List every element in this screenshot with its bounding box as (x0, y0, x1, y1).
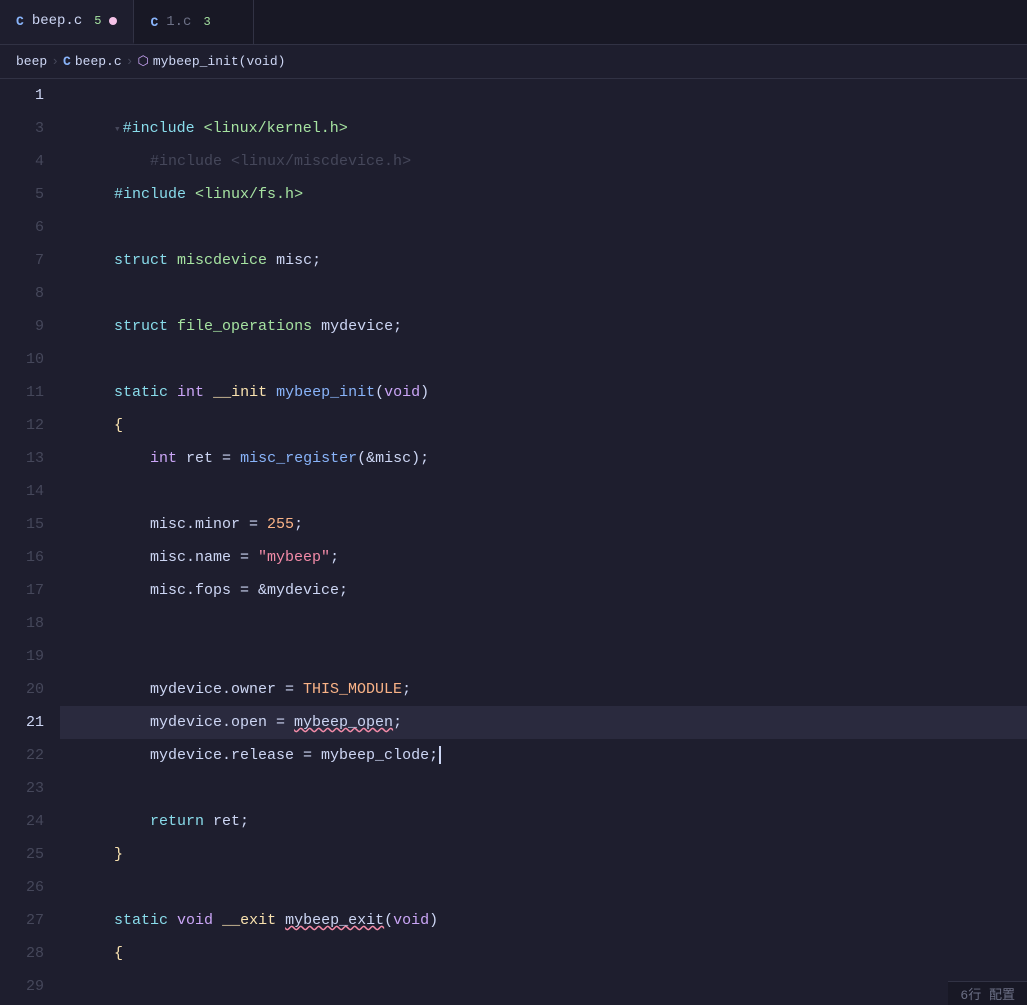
code-line-12: int ret = misc_register(&misc); (60, 409, 1027, 442)
line-num-25: 25 (8, 838, 44, 871)
line-num-29: 29 (8, 970, 44, 1003)
code-line-25 (60, 838, 1027, 871)
line-num-7: 7 (8, 244, 44, 277)
line-num-22: 22 (8, 739, 44, 772)
line-num-15: 15 (8, 508, 44, 541)
fold-icon-1[interactable]: ▾ (114, 124, 121, 136)
code-line-1: ▾#include <linux/kernel.h> (60, 79, 1027, 112)
line-num-21: 21 (8, 706, 44, 739)
breadcrumb: beep › C beep.c › ⬡ mybeep_init(void) (0, 45, 1027, 79)
code-line-19: mydevice.owner = THIS_MODULE; (60, 640, 1027, 673)
line-num-3: 3 (8, 112, 44, 145)
breadcrumb-cube-icon: ⬡ (137, 54, 148, 69)
breadcrumb-sep1: › (51, 54, 59, 69)
code-line-29 (60, 970, 1027, 1003)
breadcrumb-fn[interactable]: mybeep_init(void) (153, 54, 286, 69)
line-num-5: 5 (8, 178, 44, 211)
breadcrumb-beep[interactable]: beep (16, 54, 47, 69)
code-line-23: return ret; (60, 772, 1027, 805)
line-num-14: 14 (8, 475, 44, 508)
code-content[interactable]: ▾#include <linux/kernel.h> #include <lin… (52, 79, 1027, 1005)
code-line-8: struct file_operations mydevice; (60, 277, 1027, 310)
tab-1c-label: 1.c (166, 14, 191, 30)
squiggly-mybeep-open: mybeep_open (294, 714, 393, 731)
line-num-1: 1 (8, 79, 44, 112)
breadcrumb-beepc[interactable]: beep.c (75, 54, 122, 69)
line-num-13: 13 (8, 442, 44, 475)
code-line-14: misc.minor = 255; (60, 475, 1027, 508)
tab-beepc[interactable]: C beep.c 5 (0, 0, 134, 44)
c-lang-icon: C (16, 14, 24, 29)
squiggly-mybeep-exit: mybeep_exit (285, 912, 384, 929)
line-num-18: 18 (8, 607, 44, 640)
c-lang-icon-2: C (150, 15, 158, 30)
code-line-26: static void __exit mybeep_exit(void) (60, 871, 1027, 904)
tab-beepc-dot (109, 17, 117, 25)
code-line-18 (60, 607, 1027, 640)
line-num-4: 4 (8, 145, 44, 178)
cursor (439, 746, 441, 764)
line-num-11: 11 (8, 376, 44, 409)
status-bar: 6行 配置 (948, 981, 1027, 1005)
line-num-19: 19 (8, 640, 44, 673)
code-line-10: static int __init mybeep_init(void) (60, 343, 1027, 376)
line-num-28: 28 (8, 937, 44, 970)
line-num-27: 27 (8, 904, 44, 937)
tab-beepc-label: beep.c (32, 13, 82, 29)
line-num-6: 6 (8, 211, 44, 244)
line-num-26: 26 (8, 871, 44, 904)
tab-1c[interactable]: C 1.c 3 (134, 0, 254, 44)
code-line-6: struct miscdevice misc; (60, 211, 1027, 244)
code-line-28 (60, 937, 1027, 970)
line-num-20: 20 (8, 673, 44, 706)
line-num-8: 8 (8, 277, 44, 310)
status-position: 6行 配置 (960, 988, 1015, 1003)
tab-1c-badge: 3 (203, 15, 210, 29)
line-num-16: 16 (8, 541, 44, 574)
breadcrumb-c-icon: C (63, 54, 71, 69)
line-num-10: 10 (8, 343, 44, 376)
tab-beepc-badge: 5 (94, 14, 101, 28)
tab-bar: C beep.c 5 C 1.c 3 (0, 0, 1027, 45)
editor: 1 3 4 5 6 7 8 9 10 11 12 13 14 15 16 17 … (0, 79, 1027, 1005)
line-num-17: 17 (8, 574, 44, 607)
line-num-24: 24 (8, 805, 44, 838)
line-num-9: 9 (8, 310, 44, 343)
line-num-12: 12 (8, 409, 44, 442)
line-numbers: 1 3 4 5 6 7 8 9 10 11 12 13 14 15 16 17 … (0, 79, 52, 1005)
line-num-23: 23 (8, 772, 44, 805)
breadcrumb-sep2: › (126, 54, 134, 69)
